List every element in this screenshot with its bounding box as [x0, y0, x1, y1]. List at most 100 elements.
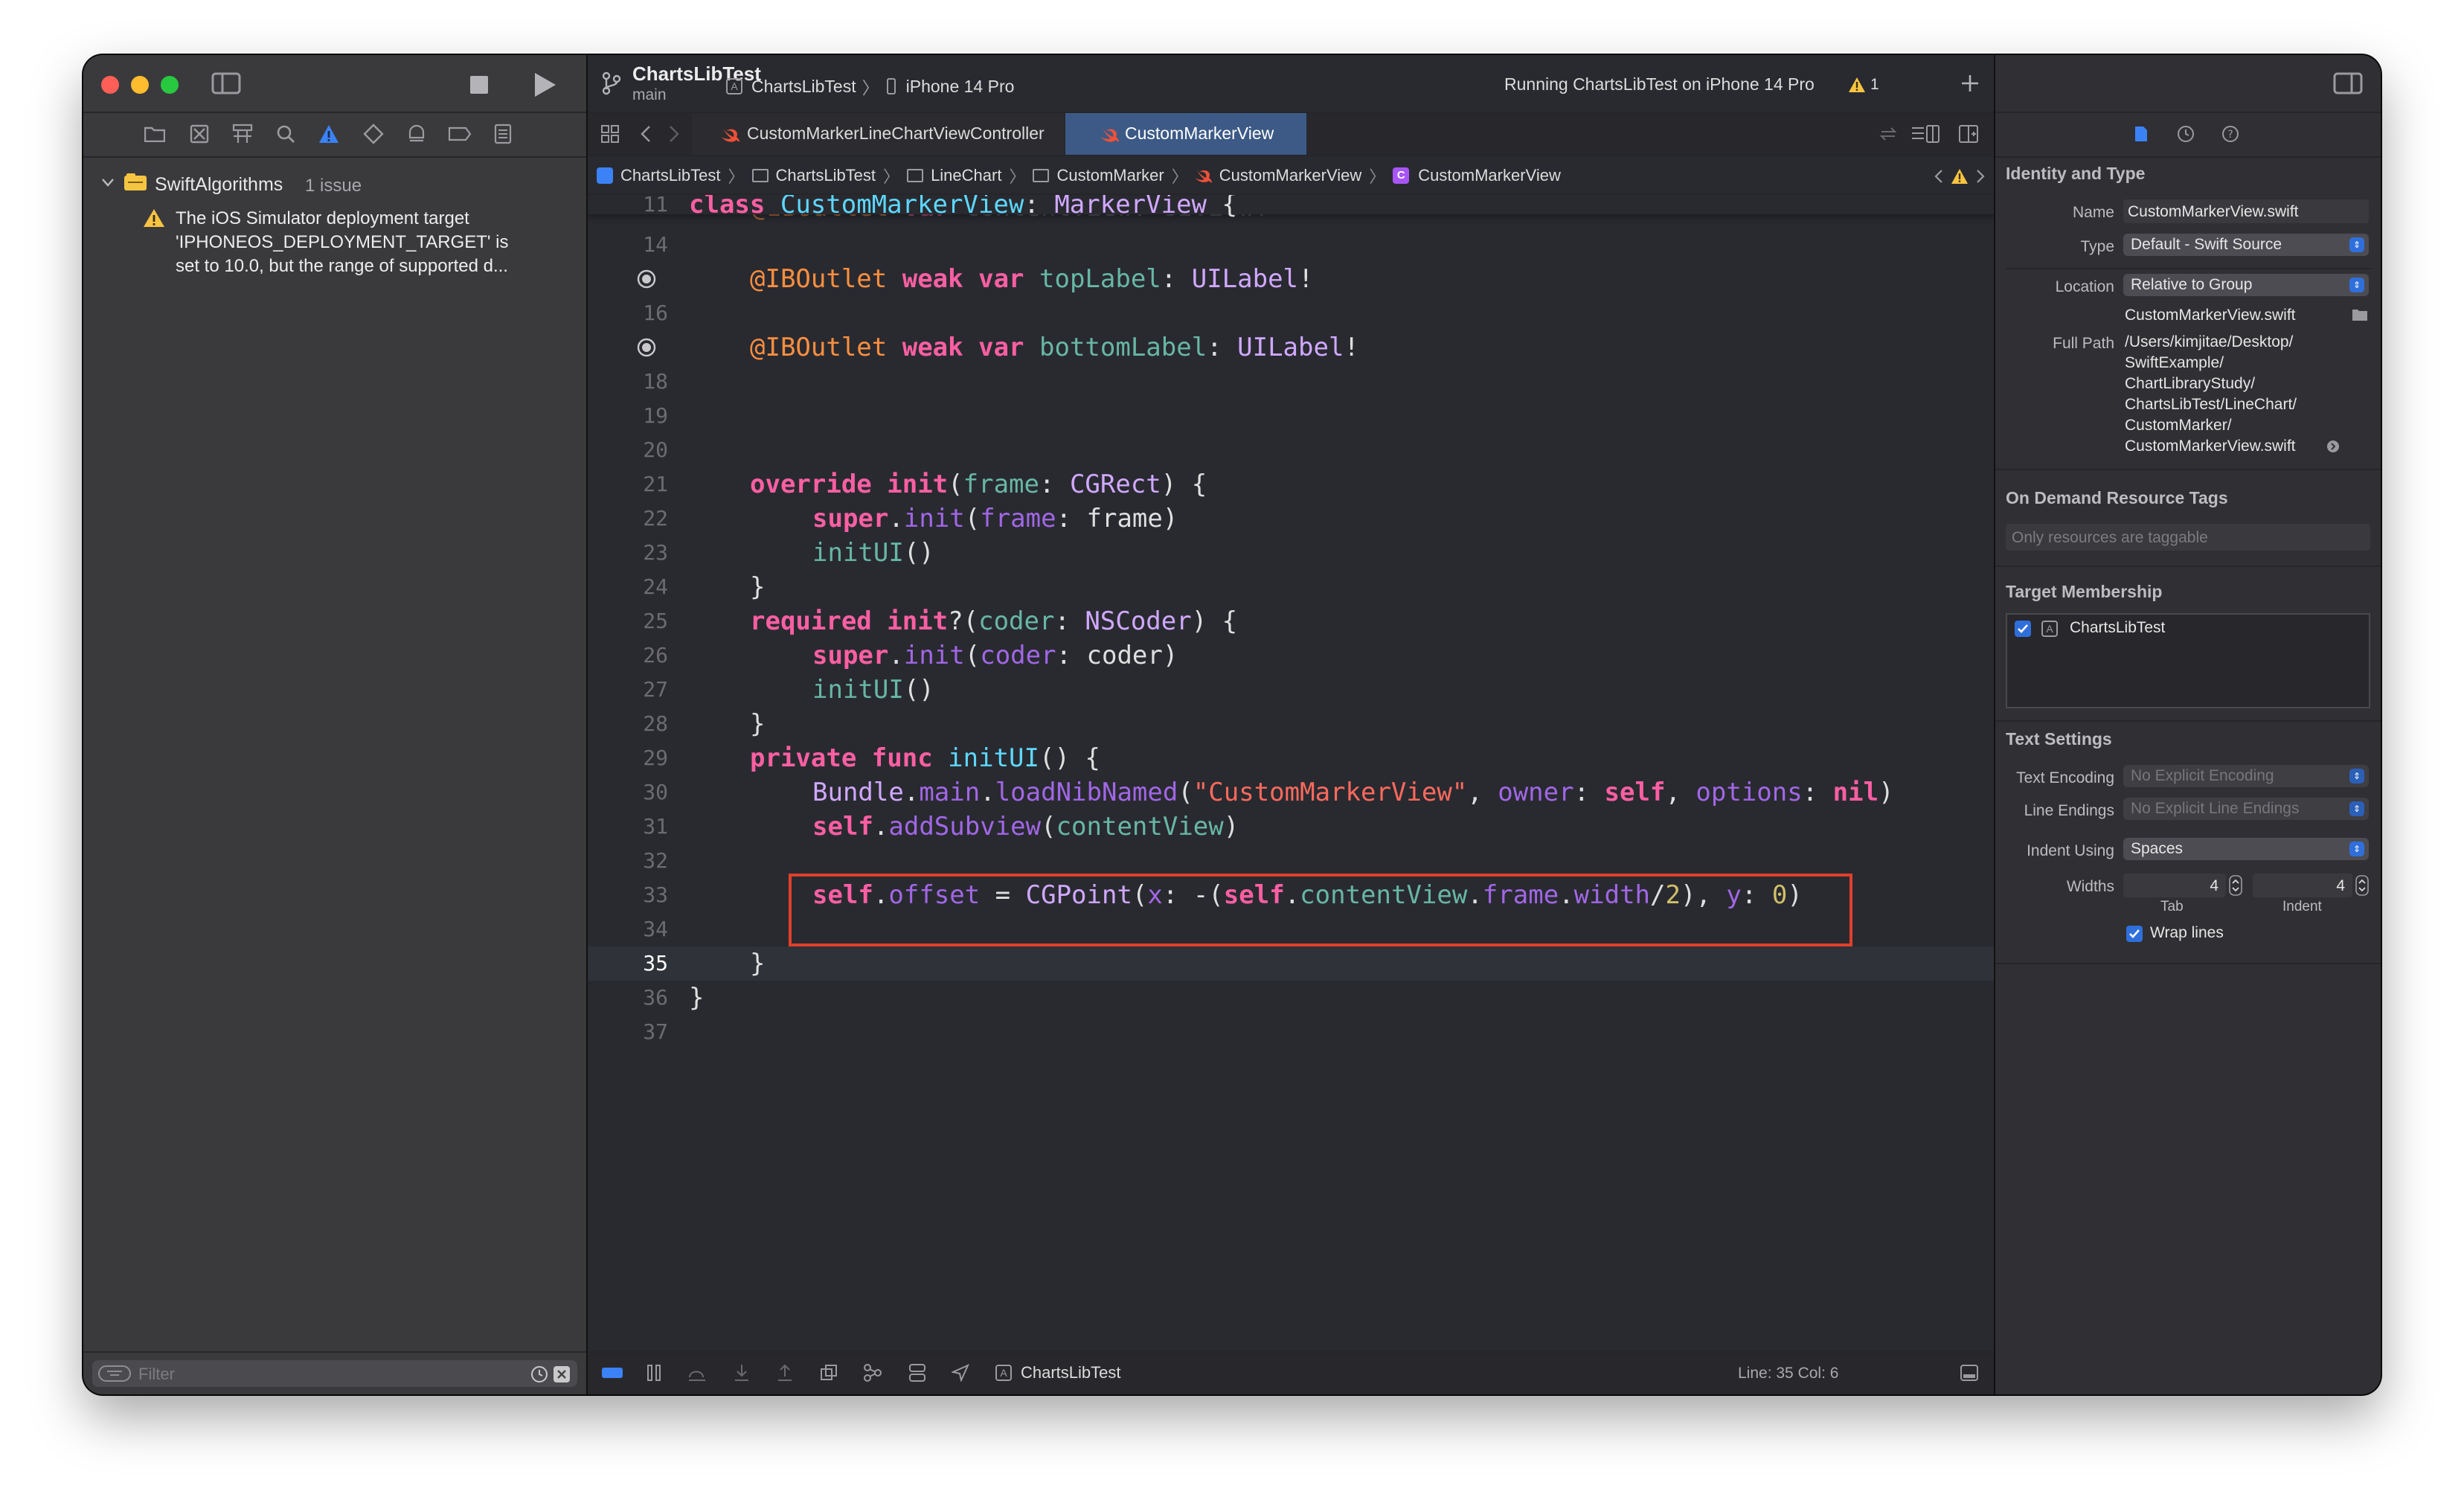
breadcrumb-item[interactable]: CustomMarker [1056, 166, 1164, 185]
line-endings-popup[interactable]: No Explicit Line Endings ⇕ [2123, 798, 2369, 820]
split-editor-icon[interactable] [1955, 121, 1982, 147]
refresh-icon[interactable] [1875, 121, 1902, 147]
debug-area-toggle-icon[interactable] [1957, 1362, 1982, 1384]
branch-icon [598, 68, 625, 98]
issue-warning-icon[interactable] [1949, 165, 1970, 188]
toolbar-branch-name[interactable]: main [632, 86, 667, 104]
filter-field[interactable]: Filter [92, 1360, 577, 1387]
breadcrumb-separator-icon: 〉 [883, 167, 900, 186]
warnings-indicator[interactable]: 1 [1848, 73, 1879, 97]
target-checkbox[interactable] [2015, 621, 2031, 637]
debug-navigator-icon[interactable] [403, 121, 430, 147]
type-label: Type [2080, 238, 2114, 255]
history-inspector-icon[interactable] [2174, 121, 2198, 147]
code-line: 23 initUI() [643, 538, 934, 568]
full-path-line: CustomMarkerView.swift [2125, 438, 2296, 455]
issue-navigator-icon[interactable] [315, 121, 342, 147]
disclosure-chevron-down-icon[interactable] [100, 174, 116, 190]
add-icon[interactable] [1957, 70, 1983, 97]
next-issue-chevron-icon[interactable] [1973, 165, 1988, 188]
issue-text-line-2[interactable]: 'IPHONEOS_DEPLOYMENT_TARGET' is [176, 232, 508, 253]
related-items-grid-icon[interactable] [597, 121, 623, 147]
app-target-icon: A [2041, 621, 2058, 637]
step-out-icon[interactable] [774, 1362, 796, 1384]
code-line: 28 } [643, 709, 766, 739]
forward-chevron-icon[interactable] [664, 121, 684, 147]
source-control-icon[interactable] [186, 121, 213, 147]
pause-icon[interactable] [643, 1362, 665, 1384]
folder-reveal-icon[interactable] [2349, 305, 2370, 324]
run-icon[interactable] [530, 68, 559, 101]
activity-status: Running ChartsLibTest on iPhone 14 Pro [1504, 74, 1815, 94]
indent-using-popup[interactable]: Spaces ⇕ [2123, 838, 2369, 860]
folder-icon[interactable] [141, 121, 168, 147]
tab-width-field[interactable]: 4 [2123, 874, 2226, 897]
outlet-connection-icon[interactable] [635, 336, 658, 359]
code-line: @IBOutlet weak var topLabel: UILabel! [588, 262, 1995, 296]
outlet-connection-icon[interactable] [635, 268, 658, 290]
code-line: 36 } [643, 983, 705, 1013]
indent-width-stepper[interactable] [2354, 874, 2370, 897]
environment-overrides-icon[interactable] [906, 1362, 928, 1384]
stop-icon[interactable] [464, 70, 494, 100]
recent-filter-icon[interactable] [530, 1365, 549, 1384]
tab-custom-marker-line-chart-view-controller[interactable]: CustomMarkerLineChartViewController [692, 113, 1064, 155]
folder-icon [751, 169, 769, 182]
project-file-icon [597, 167, 613, 184]
debug-view-hierarchy-icon[interactable] [818, 1362, 841, 1384]
sticky-class-declaration[interactable]: class CustomMarkerView: MarkerView { [689, 195, 1237, 222]
popup-chevron-icon: ⇕ [2349, 842, 2364, 856]
test-navigator-icon[interactable] [360, 121, 387, 147]
file-inspector-icon[interactable] [2129, 121, 2153, 147]
text-encoding-popup[interactable]: No Explicit Encoding ⇕ [2123, 765, 2369, 787]
code-line: 22 super.init(frame: frame) [643, 504, 1178, 533]
simulate-location-icon[interactable] [949, 1362, 972, 1384]
editor-options-icon[interactable] [1909, 121, 1942, 147]
inspector-toggle-icon[interactable] [2332, 68, 2364, 98]
breadcrumb-separator-icon: 〉 [728, 167, 745, 186]
indent-width-value: 4 [2336, 877, 2345, 894]
breadcrumb-item[interactable]: ChartsLibTest [776, 166, 876, 185]
zoom-window-button[interactable] [161, 76, 179, 94]
wrap-lines-checkbox[interactable] [2126, 926, 2143, 942]
close-window-button[interactable] [101, 76, 119, 94]
breadcrumb-item[interactable]: LineChart [931, 166, 1001, 185]
minimize-window-button[interactable] [131, 76, 149, 94]
indent-width-field[interactable]: 4 [2253, 874, 2352, 897]
breakpoint-navigator-icon[interactable] [446, 121, 473, 147]
name-field[interactable]: CustomMarkerView.swift [2123, 199, 2369, 223]
step-over-icon[interactable] [686, 1362, 708, 1384]
report-navigator-icon[interactable] [490, 121, 516, 147]
previous-issue-chevron-icon[interactable] [1931, 165, 1946, 188]
sidebar-toggle-icon[interactable] [210, 68, 243, 98]
tab-width-stepper[interactable] [2227, 874, 2244, 897]
type-popup[interactable]: Default - Swift Source ⇕ [2123, 234, 2369, 256]
issue-text-line-1[interactable]: The iOS Simulator deployment target [176, 208, 469, 229]
step-into-icon[interactable] [731, 1362, 753, 1384]
code-editor[interactable]: @IBOutlet var contentView: UIView! 11 cl… [588, 195, 1995, 1394]
back-chevron-icon[interactable] [635, 121, 656, 147]
breadcrumb-item[interactable]: ChartsLibTest [620, 166, 721, 185]
issue-text-line-3[interactable]: set to 10.0, but the range of supported … [176, 256, 508, 277]
tags-field[interactable]: Only resources are taggable [2006, 524, 2370, 551]
line-number: 37 [643, 1019, 668, 1044]
project-name[interactable]: SwiftAlgorithms [155, 174, 283, 196]
scheme-selector[interactable]: A ChartsLibTest 〉 iPhone 14 Pro [726, 74, 1014, 98]
breadcrumb-item[interactable]: CustomMarkerView [1219, 166, 1362, 185]
memory-graph-icon[interactable] [862, 1362, 884, 1384]
on-demand-title: On Demand Resource Tags [2006, 488, 2228, 507]
warning-small-icon [1849, 77, 1865, 92]
breadcrumb-item[interactable]: CustomMarkerView [1418, 166, 1561, 185]
location-popup[interactable]: Relative to Group ⇕ [2123, 274, 2369, 296]
tab-custom-marker-view[interactable]: CustomMarkerView [1065, 113, 1306, 155]
debug-target-selector[interactable]: A ChartsLibTest [995, 1362, 1121, 1384]
help-inspector-icon[interactable]: ? [2218, 121, 2242, 147]
symbol-hierarchy-icon[interactable] [229, 121, 256, 147]
reveal-arrow-icon[interactable] [2324, 438, 2342, 455]
scope-filter-icon[interactable] [552, 1365, 571, 1384]
console-toggle-icon[interactable] [600, 1362, 625, 1384]
navigator-panel: SwiftAlgorithms 1 issue The iOS Simulato… [83, 55, 586, 1394]
code-line: 27 initUI() [643, 675, 934, 705]
folder-icon [1033, 169, 1050, 182]
search-icon[interactable] [272, 121, 299, 147]
